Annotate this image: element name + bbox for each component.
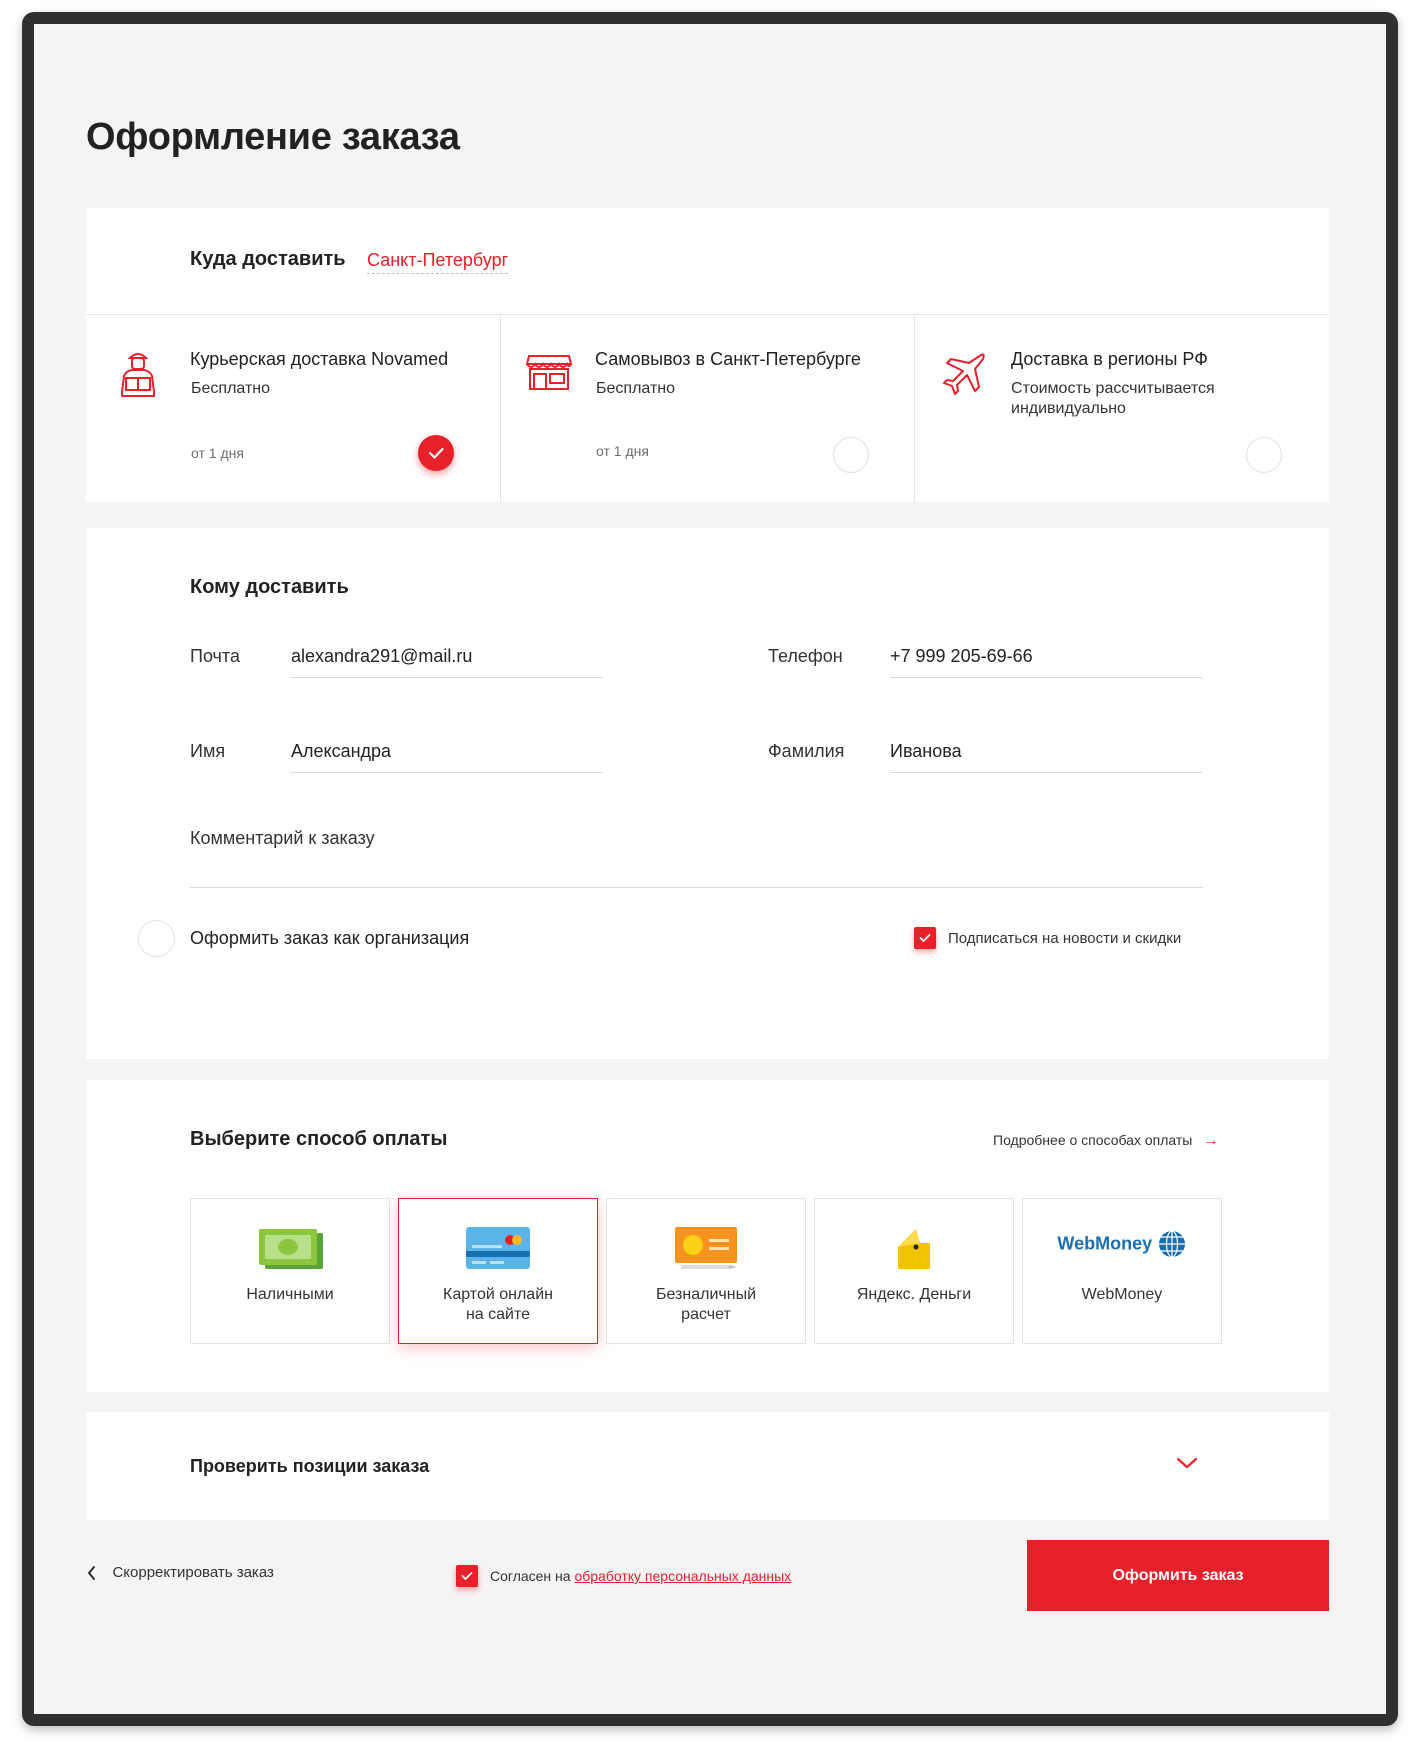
airplane-icon [939, 349, 987, 397]
field-underline [890, 772, 1202, 773]
payment-method-label: WebMoney [1081, 1286, 1163, 1303]
payment-method-label: Яндекс. Деньги [856, 1286, 972, 1303]
delivery-option-name: Доставка в регионы РФ [1011, 349, 1208, 369]
delivery-option-name: Курьерская доставка Novamed [190, 349, 449, 369]
payment-method-label: Наличными [246, 1286, 334, 1303]
page-title: Оформление заказа [86, 116, 460, 158]
payment-card: Выберите способ оплаты Подробнее о спосо… [86, 1080, 1329, 1392]
payment-method-label: Безналичный расчет [656, 1286, 756, 1323]
privacy-link[interactable]: обработку персональных данных [574, 1568, 791, 1584]
radio-unselected[interactable] [833, 437, 869, 473]
check-icon [461, 1572, 473, 1580]
delivery-option-name: Самовывоз в Санкт-Петербурге [595, 349, 861, 369]
arrow-right-icon: → [1202, 1132, 1219, 1149]
delivery-option-price: Бесплатно [191, 380, 271, 397]
submit-order-button[interactable]: Оформить заказ [1027, 1540, 1329, 1611]
phone-label: Телефон [768, 646, 843, 666]
delivery-heading: Куда доставить [190, 248, 346, 270]
delivery-option-price: Стоимость рассчитывается индивидуально [1011, 380, 1215, 417]
review-card[interactable]: Проверить позиции заказа [86, 1412, 1329, 1520]
chevron-down-icon[interactable] [1176, 1456, 1198, 1470]
field-underline [890, 677, 1202, 678]
check-icon [919, 934, 931, 942]
name-label: Имя [190, 741, 226, 761]
radio-unselected[interactable] [1246, 437, 1282, 473]
payment-method-label: Картой онлайн на сайте [443, 1286, 553, 1323]
back-label[interactable]: Скорректировать заказ [112, 1564, 273, 1581]
email-value: alexandra291@mail.ru [291, 646, 473, 666]
agree-prefix: Согласен на [490, 1568, 575, 1584]
payment-more-link[interactable]: Подробнее о способах оплаты → [993, 1132, 1219, 1150]
payment-method-invoice[interactable]: Безналичный расчет [606, 1198, 806, 1344]
comment-label: Комментарий к заказу [190, 828, 375, 848]
name-field[interactable]: Александра [291, 733, 603, 773]
delivery-option-courier[interactable]: Курьерская доставка Novamed Бесплатно от… [86, 315, 500, 502]
cash-icon [191, 1225, 389, 1273]
radio-selected[interactable] [418, 435, 454, 471]
email-field[interactable]: alexandra291@mail.ru [291, 638, 603, 678]
delivery-option-pickup[interactable]: Самовывоз в Санкт-Петербурге Бесплатно о… [500, 315, 915, 502]
invoice-icon [607, 1225, 805, 1273]
payment-method-card[interactable]: Картой онлайн на сайте [398, 1198, 598, 1344]
courier-icon [114, 348, 162, 398]
field-underline [291, 772, 603, 773]
payment-method-cash[interactable]: Наличными [190, 1198, 390, 1344]
store-icon [525, 352, 573, 392]
phone-value: +7 999 205-69-66 [890, 646, 1033, 666]
yandex-money-icon [815, 1225, 1013, 1273]
payment-method-webmoney[interactable]: WebMoney WebMoney [1022, 1198, 1222, 1344]
delivery-option-price: Бесплатно [596, 380, 676, 397]
city-link[interactable]: Санкт-Петербург [367, 250, 509, 274]
surname-label: Фамилия [768, 741, 845, 761]
subscribe-label[interactable]: Подписаться на новости и скидки [948, 930, 1181, 947]
credit-card-icon [399, 1225, 597, 1273]
field-underline [190, 887, 1203, 888]
phone-field[interactable]: +7 999 205-69-66 [890, 638, 1202, 678]
delivery-option-time: от 1 дня [191, 445, 244, 461]
webmoney-logo: WebMoney [1023, 1229, 1221, 1277]
organization-radio[interactable] [138, 920, 175, 957]
field-underline [291, 677, 603, 678]
surname-value: Иванова [890, 741, 962, 761]
back-link[interactable]: Скорректировать заказ [86, 1564, 274, 1588]
webmoney-logo-text: WebMoney [1057, 1233, 1153, 1254]
globe-icon [1158, 1230, 1185, 1258]
email-label: Почта [190, 646, 240, 666]
agree-text: Согласен на обработку персональных данны… [490, 1568, 791, 1584]
checkout-page: Оформление заказа Куда доставить Санкт-П… [34, 24, 1386, 1714]
city-selector[interactable]: Санкт-Петербург [367, 250, 509, 274]
delivery-option-regions[interactable]: Доставка в регионы РФ Стоимость рассчиты… [914, 315, 1329, 502]
agree-checkbox[interactable] [456, 1565, 478, 1587]
payment-method-yandex[interactable]: Яндекс. Деньги [814, 1198, 1014, 1344]
surname-field[interactable]: Иванова [890, 733, 1202, 773]
recipient-card: Кому доставить Почта alexandra291@mail.r… [86, 528, 1329, 1059]
recipient-heading: Кому доставить [190, 576, 349, 598]
delivery-option-time: от 1 дня [596, 443, 649, 459]
review-label: Проверить позиции заказа [190, 1456, 430, 1476]
delivery-card: Куда доставить Санкт-Петербург Курьерска… [86, 208, 1329, 502]
comment-field[interactable]: Комментарий к заказу [190, 826, 1203, 888]
payment-heading: Выберите способ оплаты [190, 1128, 448, 1150]
subscribe-checkbox[interactable] [914, 927, 936, 949]
chevron-left-icon [88, 1565, 95, 1580]
payment-more-text[interactable]: Подробнее о способах оплаты [993, 1132, 1192, 1148]
check-icon [428, 447, 444, 459]
organization-label[interactable]: Оформить заказ как организация [190, 928, 469, 949]
name-value: Александра [291, 741, 392, 761]
